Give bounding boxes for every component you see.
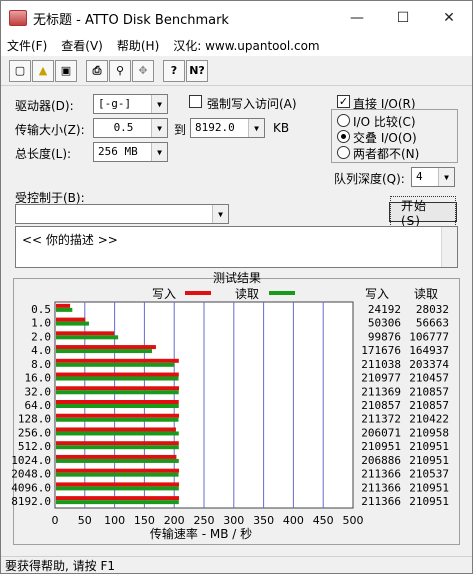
chevron-down-icon: ▼ <box>248 119 264 137</box>
neither-radio[interactable] <box>337 146 350 159</box>
title-bar: 无标题 - ATTO Disk Benchmark — ☐ ✕ <box>1 1 472 35</box>
transfer-from-value: 0.5 <box>113 121 134 134</box>
kb-label: KB <box>273 121 290 135</box>
status-bar: 要获得帮助, 请按 F1 <box>1 556 472 574</box>
description-textarea[interactable]: << 你的描述 >> <box>15 226 458 268</box>
status-text: 要获得帮助, 请按 F1 <box>5 559 115 573</box>
menu-file[interactable]: 文件(F) <box>1 37 53 54</box>
transfer-to-value: 8192.0 <box>195 121 235 134</box>
window-title: 无标题 - ATTO Disk Benchmark <box>33 12 229 28</box>
transfer-from-select[interactable]: 0.5 ▼ <box>93 118 168 138</box>
overlapped-io-label: 交叠 I/O(O) <box>353 131 417 145</box>
io-compare-radio[interactable] <box>337 114 350 127</box>
total-length-select[interactable]: 256 MB ▼ <box>93 142 168 162</box>
move-icon[interactable]: ✥ <box>132 59 154 82</box>
total-length-label: 总长度(L): <box>15 147 72 161</box>
chevron-down-icon: ▼ <box>151 143 167 161</box>
queue-depth-value: 4 <box>416 170 423 183</box>
drive-label: 驱动器(D): <box>15 99 74 113</box>
description-text: << 你的描述 >> <box>22 233 118 247</box>
save-icon[interactable]: ▣ <box>55 59 77 82</box>
toolbar: ▢ ▲ ▣ ⎙ ⚲ ✥ ? N? <box>1 56 472 86</box>
print-icon[interactable]: ⎙ <box>86 59 108 82</box>
transfer-to-select[interactable]: 8192.0 ▼ <box>190 118 265 138</box>
force-write-label: 强制写入访问(A) <box>207 97 297 111</box>
queue-depth-select[interactable]: 4 ▼ <box>411 167 455 187</box>
neither-label: 两者都不(N) <box>353 147 420 161</box>
menu-localization[interactable]: 汉化: www.upantool.com <box>167 37 325 54</box>
app-icon <box>9 10 27 26</box>
chevron-down-icon: ▼ <box>151 119 167 137</box>
close-button[interactable]: ✕ <box>426 1 472 35</box>
minimize-button[interactable]: — <box>334 1 380 35</box>
print-preview-icon[interactable]: ⚲ <box>109 59 131 82</box>
transfer-size-label: 传输大小(Z): <box>15 123 85 137</box>
new-icon[interactable]: ▢ <box>9 59 31 82</box>
menu-bar: 文件(F) 查看(V) 帮助(H) 汉化: www.upantool.com <box>1 35 472 56</box>
help-icon[interactable]: ? <box>163 59 185 82</box>
chevron-down-icon: ▼ <box>438 168 454 186</box>
total-length-value: 256 MB <box>98 145 138 158</box>
overlapped-io-radio[interactable] <box>337 130 350 143</box>
results-group <box>13 278 460 545</box>
menu-help[interactable]: 帮助(H) <box>111 37 165 54</box>
drive-select[interactable]: [-g-] ▼ <box>93 94 168 114</box>
context-help-icon[interactable]: N? <box>186 59 208 82</box>
app-window: 无标题 - ATTO Disk Benchmark — ☐ ✕ 文件(F) 查看… <box>0 0 473 574</box>
menu-view[interactable]: 查看(V) <box>55 37 109 54</box>
controlled-by-select[interactable]: ▼ <box>15 204 229 224</box>
start-button-label: 开始(S) <box>390 195 456 229</box>
io-compare-label: I/O 比较(C) <box>353 115 416 129</box>
drive-value: [-g-] <box>98 97 132 110</box>
description-scrollbar[interactable] <box>441 227 457 267</box>
queue-depth-label: 队列深度(Q): <box>334 172 405 186</box>
direct-io-checkbox[interactable]: ✓ <box>337 95 350 108</box>
to-label: 到 <box>174 123 187 137</box>
force-write-checkbox[interactable] <box>189 95 202 108</box>
start-button[interactable]: 开始(S) <box>389 195 457 229</box>
chevron-down-icon: ▼ <box>212 205 228 223</box>
chevron-down-icon: ▼ <box>151 95 167 113</box>
open-icon[interactable]: ▲ <box>32 59 54 82</box>
maximize-button[interactable]: ☐ <box>380 1 426 35</box>
